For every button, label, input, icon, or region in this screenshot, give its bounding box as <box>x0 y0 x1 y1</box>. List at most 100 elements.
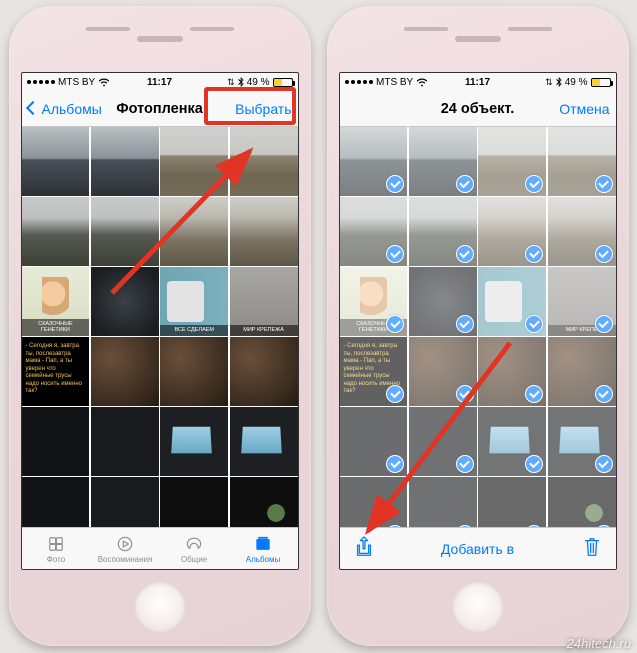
tab-label: Альбомы <box>246 555 280 564</box>
nav-bar: Альбомы Фотопленка Выбрать <box>22 91 298 127</box>
clock-label: 11:17 <box>340 77 616 88</box>
check-icon <box>456 455 474 473</box>
battery-icon <box>591 78 611 87</box>
photo-thumb-selected[interactable] <box>409 197 477 266</box>
photo-thumb[interactable] <box>160 197 228 266</box>
photo-thumb-selected[interactable] <box>478 127 546 196</box>
photo-thumb-selected[interactable] <box>548 197 616 266</box>
photo-thumb[interactable] <box>91 267 159 336</box>
photo-thumb-selected[interactable] <box>340 407 408 476</box>
check-icon <box>525 315 543 333</box>
photo-thumb[interactable] <box>91 197 159 266</box>
photo-thumb-selected[interactable] <box>340 127 408 196</box>
photo-thumb-selected[interactable] <box>548 477 616 527</box>
add-to-button[interactable]: Добавить в <box>374 541 582 557</box>
thumb-caption: ВСЕ СДЕЛАЕМ <box>160 325 228 335</box>
photo-thumb[interactable] <box>91 337 159 406</box>
tab-photos[interactable]: Фото <box>22 528 91 569</box>
photo-thumb-selected[interactable] <box>548 337 616 406</box>
check-icon <box>386 385 404 403</box>
photo-thumb[interactable] <box>22 477 90 527</box>
delete-button[interactable] <box>582 536 602 561</box>
thumb-caption: МИР КРЕПЕ <box>548 325 616 335</box>
share-button[interactable] <box>354 536 374 561</box>
screen-right: MTS BY 11:17 ⇅ 49 % 24 объект. Отмена <box>339 72 617 570</box>
photo-thumb-selected[interactable] <box>340 197 408 266</box>
check-icon <box>386 175 404 193</box>
trash-icon <box>582 536 602 558</box>
tab-albums[interactable]: Альбомы <box>229 528 298 569</box>
check-icon <box>386 315 404 333</box>
photo-thumb[interactable]: - Сегодня я, завтра ты, послезавтра мама… <box>22 337 90 406</box>
photo-grid-selected[interactable]: СКАЗОЧНЫЕ ГЕНЕТИКИ МИР КРЕПЕ - Сегодня я… <box>340 127 616 527</box>
photo-thumb[interactable] <box>230 337 298 406</box>
photo-thumb-selected[interactable] <box>409 267 477 336</box>
check-icon <box>525 245 543 263</box>
check-icon <box>525 385 543 403</box>
battery-icon <box>273 78 293 87</box>
home-button[interactable] <box>452 582 504 634</box>
tab-memories[interactable]: Воспоминания <box>91 528 160 569</box>
photo-thumb[interactable] <box>160 407 228 476</box>
photo-thumb[interactable] <box>160 127 228 196</box>
photos-icon <box>46 534 66 554</box>
photo-thumb[interactable] <box>230 197 298 266</box>
check-icon <box>595 245 613 263</box>
memories-icon <box>115 534 135 554</box>
photo-thumb[interactable]: ВСЕ СДЕЛАЕМ <box>160 267 228 336</box>
photo-thumb[interactable]: МИР КРЕПЕЖА <box>230 267 298 336</box>
check-icon <box>595 175 613 193</box>
photo-thumb[interactable] <box>22 197 90 266</box>
check-icon <box>525 455 543 473</box>
check-icon <box>595 385 613 403</box>
home-button[interactable] <box>134 582 186 634</box>
photo-thumb-selected[interactable]: МИР КРЕПЕ <box>548 267 616 336</box>
photo-thumb-selected[interactable] <box>548 127 616 196</box>
check-icon <box>386 525 404 528</box>
photo-thumb-selected[interactable] <box>478 407 546 476</box>
tab-label: Фото <box>47 555 65 564</box>
photo-thumb-selected[interactable]: - Сегодня я, завтра ты, послезавтра мама… <box>340 337 408 406</box>
photo-thumb-selected[interactable] <box>409 337 477 406</box>
check-icon <box>456 385 474 403</box>
back-button[interactable]: Альбомы <box>28 101 110 117</box>
photo-thumb[interactable] <box>160 337 228 406</box>
check-icon <box>386 245 404 263</box>
photo-grid[interactable]: СКАЗОЧНЫЕ ГЕНЕТИКИ ВСЕ СДЕЛАЕМ МИР КРЕПЕ… <box>22 127 298 527</box>
photo-thumb[interactable] <box>91 407 159 476</box>
photo-thumb[interactable] <box>22 127 90 196</box>
photo-thumb-selected[interactable] <box>478 197 546 266</box>
photo-thumb[interactable] <box>91 127 159 196</box>
photo-thumb-selected[interactable] <box>340 477 408 527</box>
check-icon <box>456 175 474 193</box>
share-icon <box>354 536 374 558</box>
thumb-caption: СКАЗОЧНЫЕ ГЕНЕТИКИ <box>22 319 90 335</box>
photo-thumb-selected[interactable] <box>478 477 546 527</box>
photo-thumb[interactable] <box>230 477 298 527</box>
check-icon <box>595 525 613 528</box>
thumb-quote: - Сегодня я, завтра ты, послезавтра мама… <box>344 343 404 396</box>
photo-thumb[interactable]: СКАЗОЧНЫЕ ГЕНЕТИКИ <box>22 267 90 336</box>
status-bar: MTS BY 11:17 ⇅ 49 % <box>22 73 298 91</box>
photo-thumb-selected[interactable] <box>548 407 616 476</box>
photo-thumb-selected[interactable] <box>409 127 477 196</box>
phone-left: MTS BY 11:17 ⇅ 49 % Альбомы Фотопленка <box>9 6 311 646</box>
cancel-button[interactable]: Отмена <box>528 101 610 117</box>
check-icon <box>456 525 474 528</box>
photo-thumb-selected[interactable]: СКАЗОЧНЫЕ ГЕНЕТИКИ <box>340 267 408 336</box>
photo-thumb-selected[interactable] <box>409 407 477 476</box>
photo-thumb-selected[interactable] <box>478 337 546 406</box>
thumb-caption: МИР КРЕПЕЖА <box>230 325 298 335</box>
screen-left: MTS BY 11:17 ⇅ 49 % Альбомы Фотопленка <box>21 72 299 570</box>
photo-thumb[interactable]: 0:22 <box>160 477 228 527</box>
photo-thumb[interactable] <box>91 477 159 527</box>
photo-thumb[interactable] <box>22 407 90 476</box>
select-button[interactable]: Выбрать <box>210 101 292 117</box>
watermark: 24hitech.ru <box>567 636 631 651</box>
photo-thumb[interactable] <box>230 127 298 196</box>
tab-shared[interactable]: Общие <box>160 528 229 569</box>
photo-thumb-selected[interactable] <box>409 477 477 527</box>
photo-thumb[interactable] <box>230 407 298 476</box>
photo-thumb-selected[interactable] <box>478 267 546 336</box>
check-icon <box>595 315 613 333</box>
